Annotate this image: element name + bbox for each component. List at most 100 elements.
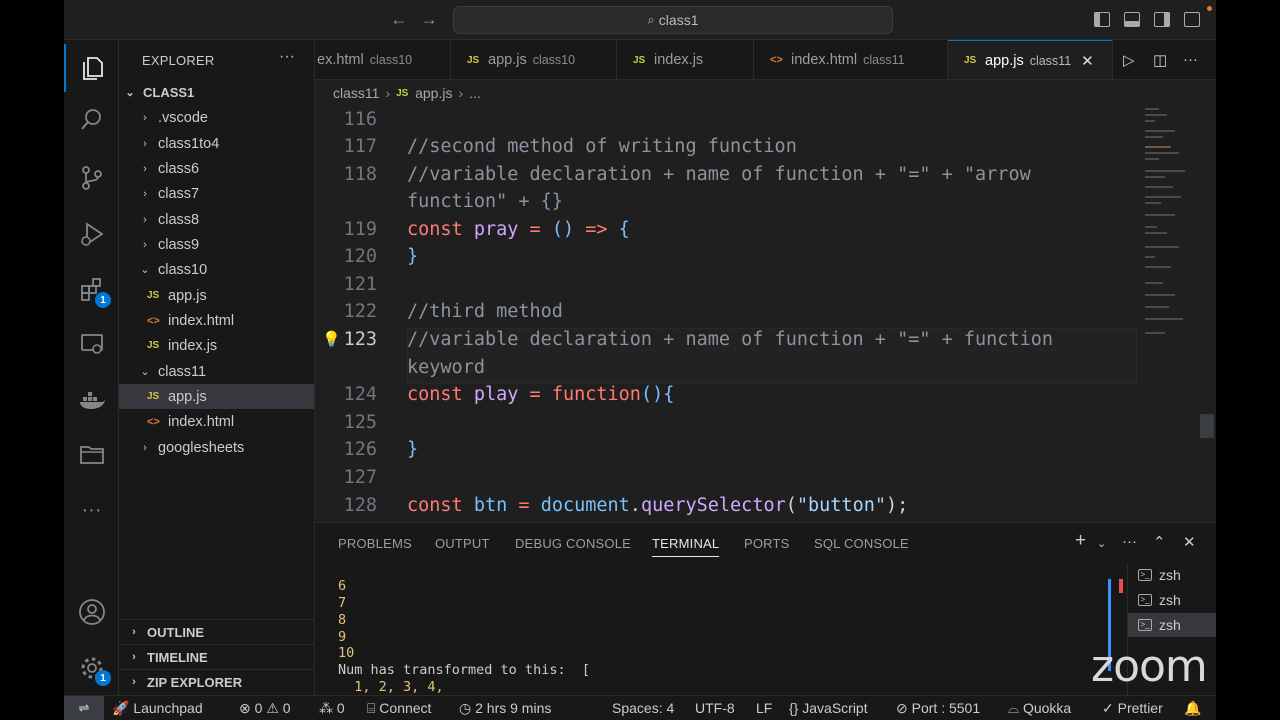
time-tracker-status[interactable]: ◷ 2 hrs 9 mins [459, 700, 551, 717]
connect-status[interactable]: ⌸ Connect [367, 700, 431, 717]
explorer-icon[interactable] [64, 44, 119, 92]
source-control-icon[interactable] [64, 154, 119, 202]
tab-desc: class10 [532, 53, 576, 67]
encoding-status[interactable]: UTF-8 [695, 700, 735, 716]
tree-file[interactable]: JS app.js [119, 283, 314, 308]
breadcrumb-folder[interactable]: class11 [333, 85, 379, 101]
problems-status[interactable]: ⊗ 0 ⚠ 0 [239, 700, 291, 717]
remote-indicator-icon[interactable]: ⇌ [64, 696, 104, 720]
js-file-icon: JS [396, 87, 409, 99]
language-status[interactable]: {} JavaScript [789, 700, 868, 716]
code-editor[interactable]: 💡 116 117 //second method of writing fun… [315, 106, 1216, 522]
more-actions-icon[interactable]: ··· [1122, 533, 1137, 550]
tree-folder[interactable]: › class8 [119, 207, 314, 232]
tab-index-js[interactable]: JS index.js [617, 40, 754, 79]
chevron-right-icon: › [143, 111, 147, 124]
run-debug-icon[interactable] [64, 210, 119, 258]
toggle-panel-icon[interactable] [1124, 12, 1140, 27]
timeline-section[interactable]: › TIMELINE [119, 644, 314, 669]
tree-file[interactable]: <> index.html [119, 308, 314, 333]
tab-ex-html[interactable]: ex.html class10 [315, 40, 451, 79]
tab-label: ex.html [317, 52, 364, 68]
minimap[interactable] [1139, 106, 1199, 346]
more-actions-icon[interactable]: ··· [279, 48, 295, 66]
remote-explorer-icon[interactable] [64, 320, 119, 368]
tree-folder[interactable]: ⌄ class11 [119, 359, 314, 384]
tab-app-js-class10[interactable]: JS app.js class10 [451, 40, 617, 79]
ports-status[interactable]: ⁂ 0 [319, 700, 345, 717]
indentation-status[interactable]: Spaces: 4 [612, 700, 674, 716]
live-server-status[interactable]: ⊘ Port : 5501 [896, 700, 980, 717]
tree-file[interactable]: <> index.html [119, 409, 314, 434]
tab-output[interactable]: OUTPUT [435, 536, 490, 551]
zip-explorer-section[interactable]: › ZIP EXPLORER [119, 669, 314, 694]
tree-file-selected[interactable]: JS app.js [119, 384, 314, 409]
tree-label: class7 [158, 185, 200, 202]
chevron-down-icon[interactable]: ⌄ [1097, 537, 1106, 550]
terminal-instance-selected[interactable]: >_ zsh [1128, 613, 1216, 637]
settings-gear-icon[interactable]: 1 [64, 644, 119, 692]
close-icon[interactable]: ✕ [1081, 52, 1094, 70]
tab-desc: class11 [863, 53, 905, 67]
tab-terminal[interactable]: TERMINAL [652, 536, 720, 557]
breadcrumb-file[interactable]: app.js [415, 85, 452, 101]
tree-label: app.js [168, 388, 207, 405]
customize-layout-icon[interactable] [1184, 12, 1200, 27]
tab-sql-console[interactable]: SQL CONSOLE [814, 536, 909, 551]
tree-folder[interactable]: › class1to4 [119, 131, 314, 156]
tree-folder[interactable]: › .vscode [119, 105, 314, 130]
back-arrow-icon[interactable]: ← [390, 9, 408, 30]
eol-status[interactable]: LF [756, 700, 772, 716]
more-views-icon[interactable]: ··· [64, 486, 119, 534]
tab-problems[interactable]: PROBLEMS [338, 536, 412, 551]
accounts-icon[interactable] [64, 588, 119, 636]
search-icon[interactable] [64, 96, 119, 144]
quokka-status[interactable]: ⌓ Quokka [1008, 700, 1071, 717]
command-center[interactable]: ⌕ class1 [453, 6, 893, 34]
section-label: TIMELINE [147, 649, 208, 665]
tree-label: .vscode [158, 109, 208, 126]
tab-index-html-class11[interactable]: <> index.html class11 [754, 40, 948, 79]
tree-folder[interactable]: › class7 [119, 181, 314, 206]
tree-folder[interactable]: ⌄ class10 [119, 257, 314, 282]
tree-folder[interactable]: › googlesheets [119, 435, 314, 460]
workspace-root[interactable]: ⌄ CLASS1 [119, 80, 314, 105]
tab-debug-console[interactable]: DEBUG CONSOLE [515, 536, 631, 551]
chevron-right-icon: › [132, 626, 136, 638]
launchpad-label: Launchpad [133, 700, 203, 716]
notifications-bell-icon[interactable]: 🔔 [1184, 700, 1201, 717]
new-terminal-icon[interactable]: + [1075, 530, 1086, 552]
js-file-icon: JS [633, 54, 646, 66]
search-icon: ⌕ [647, 12, 655, 27]
tab-app-js-class11[interactable]: JS app.js class11 ✕ [948, 40, 1113, 79]
chevron-right-icon: › [143, 213, 147, 226]
toggle-secondary-sidebar-icon[interactable] [1154, 12, 1170, 27]
close-panel-icon[interactable]: ✕ [1183, 533, 1196, 551]
prettier-status[interactable]: ✓ Prettier [1102, 700, 1163, 717]
terminal-instance[interactable]: >_ zsh [1128, 563, 1216, 587]
error-icon: ⊗ [239, 700, 251, 716]
more-actions-icon[interactable]: ··· [1183, 51, 1198, 68]
maximize-panel-icon[interactable]: ⌃ [1153, 533, 1166, 551]
js-file-icon: JS [964, 55, 977, 66]
terminal-instance[interactable]: >_ zsh [1128, 588, 1216, 612]
chevron-right-icon: › [458, 85, 464, 101]
outline-section[interactable]: › OUTLINE [119, 619, 314, 644]
tree-file[interactable]: JS index.js [119, 333, 314, 358]
split-editor-icon[interactable]: ◫ [1153, 51, 1167, 69]
extensions-icon[interactable]: 1 [64, 266, 119, 314]
tab-ports[interactable]: PORTS [744, 536, 790, 551]
tree-folder[interactable]: › class6 [119, 156, 314, 181]
terminal-line: 8 [338, 612, 347, 628]
terminal-icon: >_ [1138, 619, 1152, 631]
vertical-scrollbar[interactable] [1200, 414, 1214, 438]
tree-folder[interactable]: › class9 [119, 232, 314, 257]
toggle-primary-sidebar-icon[interactable] [1094, 12, 1110, 27]
launchpad-status[interactable]: 🚀 Launchpad [112, 700, 203, 717]
forward-arrow-icon[interactable]: → [420, 9, 438, 30]
docker-icon[interactable] [64, 376, 119, 424]
quokka-icon: ⌓ [1008, 700, 1020, 716]
project-manager-icon[interactable] [64, 430, 119, 478]
breadcrumb-symbol[interactable]: ... [469, 85, 481, 101]
run-icon[interactable]: ▷ [1123, 51, 1135, 69]
